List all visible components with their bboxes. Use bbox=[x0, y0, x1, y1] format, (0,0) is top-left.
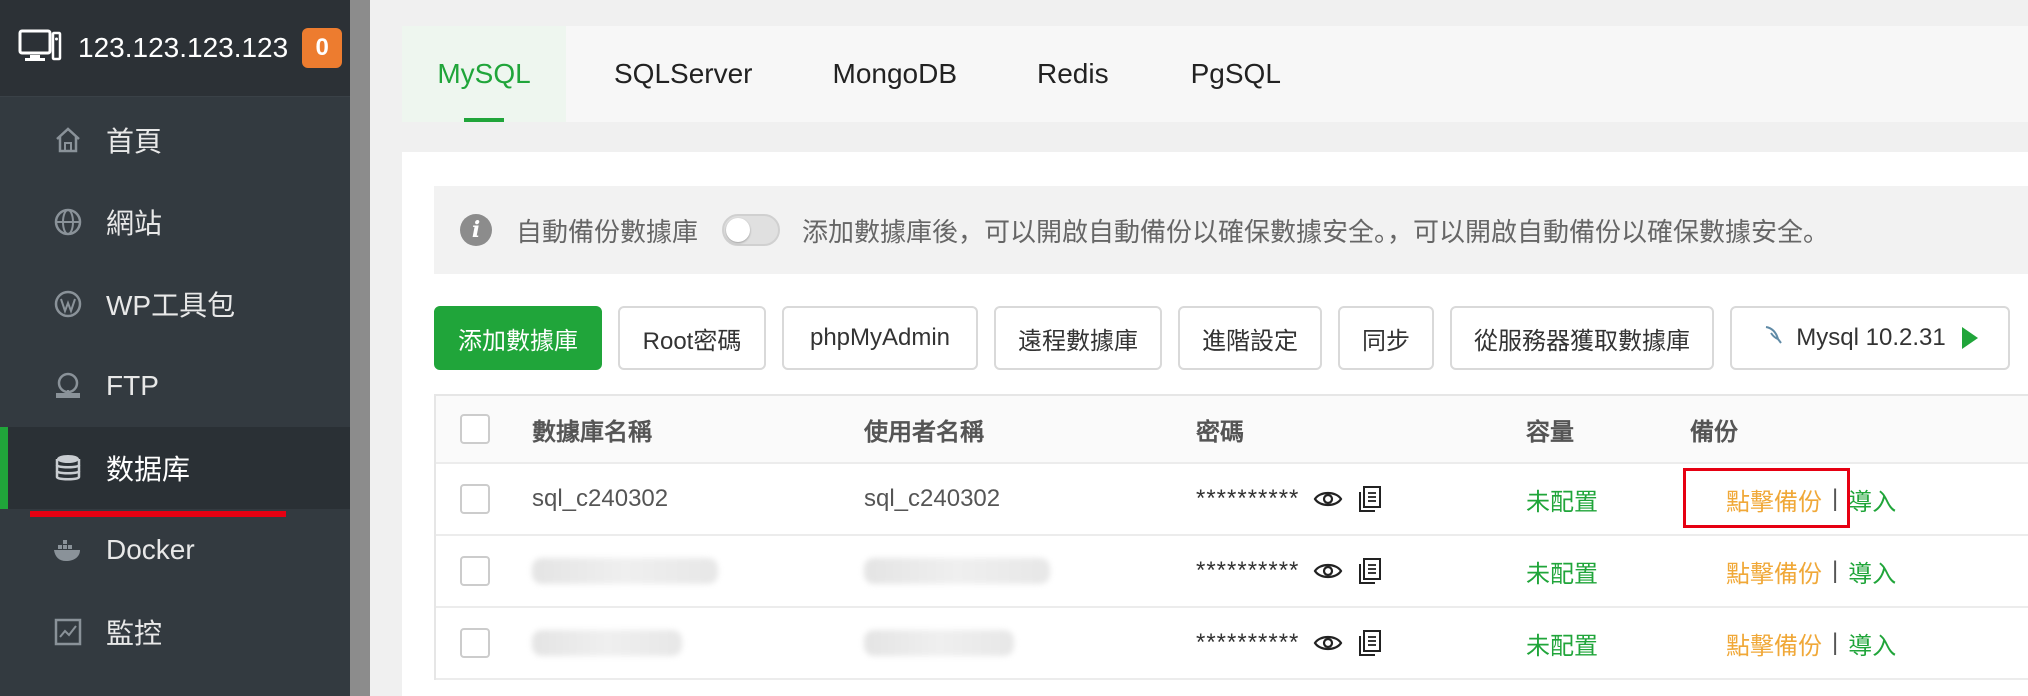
sidebar-item-label: WP工具包 bbox=[106, 290, 236, 321]
monitor-icon bbox=[18, 29, 62, 68]
tab-mysql[interactable]: MySQL bbox=[402, 26, 566, 122]
capacity-cell[interactable]: 未配置 bbox=[1526, 608, 1598, 678]
row-checkbox[interactable] bbox=[460, 556, 490, 586]
server-host[interactable]: 123.123.123.123 bbox=[78, 32, 288, 64]
monitor-chart-icon bbox=[52, 616, 84, 648]
docker-icon bbox=[52, 534, 84, 566]
redacted-text bbox=[864, 630, 1014, 656]
get-from-server-button[interactable]: 從服務器獲取數據庫 bbox=[1450, 306, 1714, 370]
backup-cell: 點擊備份 | 導入 bbox=[1726, 608, 1896, 678]
table-row: ********** 未配置 點擊備份 | 導入 bbox=[436, 608, 2028, 680]
sidebar-item-label: FTP bbox=[106, 370, 159, 401]
redacted-text bbox=[532, 630, 682, 656]
sidebar-item-website[interactable]: 網站 bbox=[0, 181, 350, 263]
db-name-cell-redacted bbox=[532, 536, 718, 606]
auto-backup-toggle[interactable] bbox=[722, 214, 781, 246]
mysql-dolphin-icon bbox=[1762, 323, 1786, 354]
auto-backup-notice: i 自動備份數據庫 添加數據庫後，可以開啟自動備份以確保數據安全。，可以開啟自動… bbox=[434, 186, 2028, 274]
password-cell: ********** bbox=[1196, 464, 1383, 534]
table-header-row: 數據庫名稱 使用者名稱 密碼 容量 備份 bbox=[436, 396, 2028, 464]
play-icon bbox=[1961, 327, 1978, 349]
sidebar-item-label: 網站 bbox=[106, 208, 163, 239]
header-backup: 備份 bbox=[1690, 418, 1738, 446]
info-icon: i bbox=[460, 214, 492, 246]
row-checkbox[interactable] bbox=[460, 628, 490, 658]
add-database-button[interactable]: 添加數據庫 bbox=[434, 306, 602, 370]
sidebar-item-label: Docker bbox=[106, 534, 195, 565]
notification-badge[interactable]: 0 bbox=[302, 28, 343, 68]
password-cell: ********** bbox=[1196, 536, 1383, 606]
password-cell: ********** bbox=[1196, 608, 1383, 678]
username-cell-redacted bbox=[864, 536, 1050, 606]
header-password: 密碼 bbox=[1196, 418, 1244, 446]
redacted-text bbox=[864, 558, 1050, 584]
separator: | bbox=[1832, 557, 1839, 584]
phpmyadmin-button[interactable]: phpMyAdmin bbox=[782, 306, 978, 370]
backup-link[interactable]: 點擊備份 bbox=[1726, 626, 1822, 661]
import-link[interactable]: 導入 bbox=[1848, 482, 1896, 517]
password-mask: ********** bbox=[1196, 629, 1300, 656]
sidebar-item-label: 首頁 bbox=[106, 126, 163, 157]
tab-pgsql[interactable]: PgSQL bbox=[1191, 26, 1281, 122]
separator: | bbox=[1832, 629, 1839, 656]
eye-icon[interactable] bbox=[1313, 489, 1343, 509]
sync-button[interactable]: 同步 bbox=[1338, 306, 1434, 370]
import-link[interactable]: 導入 bbox=[1848, 554, 1896, 589]
highlight-box bbox=[1683, 468, 1850, 528]
home-icon bbox=[52, 124, 84, 156]
password-mask: ********** bbox=[1196, 485, 1300, 512]
globe-icon bbox=[52, 206, 84, 238]
sidebar-item-ftp[interactable]: FTP bbox=[0, 345, 350, 427]
mysql-version-label: Mysql 10.2.31 bbox=[1796, 324, 1946, 351]
highlight-underline bbox=[30, 511, 286, 517]
sidebar-item-wp-toolkit[interactable]: WP工具包 bbox=[0, 263, 350, 345]
auto-backup-message: 添加數據庫後，可以開啟自動備份以確保數據安全。，可以開啟自動備份以確保數據安全。 bbox=[802, 216, 1830, 247]
capacity-cell[interactable]: 未配置 bbox=[1526, 464, 1598, 534]
sidebar-item-label: 数据库 bbox=[106, 454, 191, 485]
sidebar-item-database[interactable]: 数据库 bbox=[0, 427, 350, 509]
tab-redis[interactable]: Redis bbox=[1037, 26, 1109, 122]
header-db-name[interactable]: 數據庫名稱 bbox=[532, 396, 652, 462]
header-username[interactable]: 使用者名稱 bbox=[864, 396, 984, 462]
password-mask: ********** bbox=[1196, 557, 1300, 584]
auto-backup-label: 自動備份數據庫 bbox=[516, 216, 699, 247]
select-all-checkbox[interactable] bbox=[460, 414, 490, 444]
mysql-version-button[interactable]: Mysql 10.2.31 bbox=[1730, 306, 2010, 370]
table-row: ********** 未配置 點擊備份 | 導入 bbox=[436, 536, 2028, 608]
db-name-cell-redacted bbox=[532, 608, 682, 678]
server-header: 123.123.123.123 0 bbox=[0, 0, 350, 97]
advanced-settings-button[interactable]: 進階設定 bbox=[1178, 306, 1322, 370]
sidebar-item-docker[interactable]: Docker bbox=[0, 509, 350, 591]
ftp-icon bbox=[52, 370, 84, 402]
row-checkbox[interactable] bbox=[460, 484, 490, 514]
wordpress-icon bbox=[52, 288, 84, 320]
sidebar-item-monitor[interactable]: 監控 bbox=[0, 591, 350, 673]
copy-icon[interactable] bbox=[1357, 557, 1383, 585]
redacted-text bbox=[532, 558, 718, 584]
username-cell-redacted bbox=[864, 608, 1014, 678]
tab-sqlserver[interactable]: SQLServer bbox=[614, 26, 753, 122]
copy-icon[interactable] bbox=[1357, 629, 1383, 657]
database-table: 數據庫名稱 使用者名稱 密碼 容量 備份 sql_c240302 sql_c24… bbox=[434, 394, 2028, 680]
remote-database-button[interactable]: 遠程數據庫 bbox=[994, 306, 1162, 370]
copy-icon[interactable] bbox=[1357, 485, 1383, 513]
header-capacity: 容量 bbox=[1526, 418, 1574, 446]
eye-icon[interactable] bbox=[1313, 633, 1343, 653]
sidebar-item-home[interactable]: 首頁 bbox=[0, 99, 350, 181]
sidebar-item-label: 監控 bbox=[106, 618, 163, 649]
eye-icon[interactable] bbox=[1313, 561, 1343, 581]
backup-link[interactable]: 點擊備份 bbox=[1726, 554, 1822, 589]
sidebar: 123.123.123.123 0 首頁 網站 WP工具包 FTP 数据库 Do… bbox=[0, 0, 350, 696]
database-type-tabs: MySQL SQLServer MongoDB Redis PgSQL bbox=[402, 26, 2028, 122]
database-icon bbox=[52, 452, 84, 484]
import-link[interactable]: 導入 bbox=[1848, 626, 1896, 661]
root-password-button[interactable]: Root密碼 bbox=[618, 306, 766, 370]
username-cell: sql_c240302 bbox=[864, 485, 1001, 512]
sidebar-scrollbar[interactable] bbox=[350, 0, 370, 696]
capacity-cell[interactable]: 未配置 bbox=[1526, 536, 1598, 606]
tab-mongodb[interactable]: MongoDB bbox=[833, 26, 958, 122]
backup-cell: 點擊備份 | 導入 bbox=[1726, 536, 1896, 606]
db-name-cell: sql_c240302 bbox=[532, 485, 669, 512]
